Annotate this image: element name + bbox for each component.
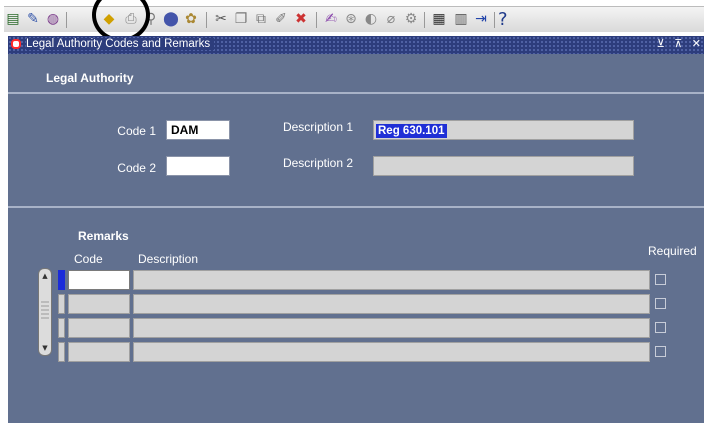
legal-authority-heading: Legal Authority: [46, 71, 134, 85]
row-indicator[interactable]: [58, 270, 65, 290]
toolbar-separator: [494, 12, 495, 28]
toolbar-separator: [66, 12, 67, 28]
window-titlebar[interactable]: Legal Authority Codes and Remarks ⊻ ⊼ ✕: [8, 36, 704, 54]
calendar-icon[interactable]: ▦: [430, 10, 448, 28]
scroll-down-icon[interactable]: ▼: [39, 342, 51, 354]
code1-input[interactable]: [166, 120, 230, 140]
scroll-up-icon[interactable]: ▲: [39, 270, 51, 282]
zoom-icon[interactable]: ✿: [182, 10, 200, 28]
export-icon[interactable]: ⚙: [402, 10, 420, 28]
window-controls[interactable]: ⊻ ⊼ ✕: [657, 37, 704, 50]
clear-record-icon[interactable]: ✎: [24, 10, 42, 28]
translations-icon[interactable]: ✍: [322, 10, 340, 28]
required-checkbox[interactable]: [655, 346, 666, 357]
code1-label: Code 1: [117, 124, 156, 138]
toolbar-separator: [316, 12, 317, 28]
required-checkbox[interactable]: [655, 322, 666, 333]
row-indicator[interactable]: [58, 318, 65, 338]
remark-code-cell[interactable]: [68, 342, 130, 362]
navigate-icon[interactable]: ⬤: [162, 10, 180, 28]
edit-field-icon[interactable]: ✐: [272, 10, 290, 28]
description2-field[interactable]: [373, 156, 634, 176]
required-checkbox[interactable]: [655, 274, 666, 285]
description1-value: Reg 630.101: [376, 124, 447, 138]
new-record-icon[interactable]: ▤: [4, 10, 22, 28]
find-icon[interactable]: ⚲: [142, 10, 160, 28]
remark-description-cell[interactable]: [133, 270, 650, 290]
folder-icon[interactable]: ◐: [362, 10, 380, 28]
required-checkbox[interactable]: [655, 298, 666, 309]
delete-icon[interactable]: ◍: [44, 10, 62, 28]
row-indicator[interactable]: [58, 294, 65, 314]
row-indicator[interactable]: [58, 342, 65, 362]
description1-field[interactable]: Reg 630.101: [373, 120, 634, 140]
delete-record-icon[interactable]: ✖: [292, 10, 310, 28]
summary-icon[interactable]: ⌀: [382, 10, 400, 28]
remark-description-cell[interactable]: [133, 294, 650, 314]
help-icon[interactable]: ?: [498, 9, 508, 30]
toolbar-separator: [424, 12, 425, 28]
toolbar: ▤ ✎ ◍ ◆ ⎙ ⚲ ⬤ ✿ ✂ ❐ ⧉ ✐ ✖ ✍ ⊛ ◐ ⌀ ⚙ ▦ ▥ …: [0, 0, 704, 42]
code2-input[interactable]: [166, 156, 230, 176]
paste-icon[interactable]: ⧉: [252, 10, 270, 28]
section-divider: [8, 92, 704, 94]
window-title: Legal Authority Codes and Remarks: [26, 38, 215, 50]
attachments-icon[interactable]: ⊛: [342, 10, 360, 28]
description2-label: Description 2: [282, 156, 353, 170]
code-column-header: Code: [74, 252, 103, 266]
cut-icon[interactable]: ✂: [212, 10, 230, 28]
remark-description-cell[interactable]: [133, 318, 650, 338]
remarks-heading: Remarks: [78, 229, 129, 243]
oracle-app-icon: [11, 39, 21, 49]
save-icon[interactable]: ◆: [100, 10, 118, 28]
description-column-header: Description: [138, 252, 199, 266]
section-divider: [8, 206, 704, 208]
required-column-header: Required: [648, 244, 697, 258]
remark-code-cell[interactable]: [68, 318, 130, 338]
remark-code-cell[interactable]: [68, 294, 130, 314]
copy-icon[interactable]: ❐: [232, 10, 250, 28]
remark-code-cell[interactable]: [68, 270, 130, 290]
legal-authority-window: Legal Authority Codes and Remarks ⊻ ⊼ ✕ …: [8, 36, 704, 423]
code2-label: Code 2: [117, 161, 156, 175]
exit-icon[interactable]: ⇥: [472, 10, 490, 28]
remark-description-cell[interactable]: [133, 342, 650, 362]
remarks-scrollbar[interactable]: ▲ ▼: [38, 268, 52, 356]
window-icon[interactable]: ▥: [452, 10, 470, 28]
print-icon[interactable]: ⎙: [122, 10, 140, 28]
scroll-thumb[interactable]: [41, 301, 49, 321]
toolbar-separator: [206, 12, 207, 28]
description1-label: Description 1: [282, 120, 353, 134]
